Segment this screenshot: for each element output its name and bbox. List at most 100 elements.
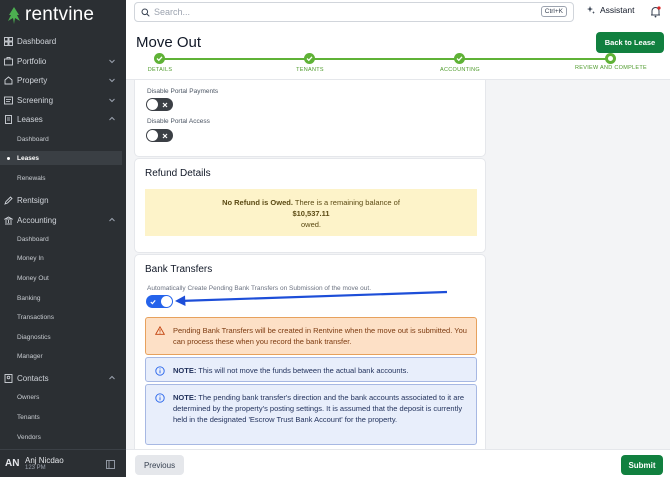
user-info: Anj Nicdao 123 PM: [23, 456, 64, 471]
sidebar-item-property[interactable]: Property: [0, 71, 126, 89]
chevron-down-icon: [109, 78, 115, 83]
screening-icon: [4, 96, 13, 105]
avatar: AN: [5, 458, 20, 469]
chevron-up-icon: [109, 116, 115, 121]
chevron-down-icon: [109, 98, 115, 103]
chevron-up-icon: [109, 375, 115, 380]
assistant-label: Assistant: [600, 5, 635, 15]
sidebar-subitem-transactions[interactable]: Transactions: [17, 310, 54, 324]
toggle-knob: [147, 99, 158, 110]
main-content[interactable]: Disable Portal Payments Disable Portal A…: [134, 80, 487, 449]
notifications-button[interactable]: [650, 5, 661, 23]
sidebar-subitem-leases-dashboard[interactable]: Dashboard: [17, 132, 49, 146]
sparkle-icon: [587, 6, 595, 14]
step-label-review-and-complete: REVIEW AND COMPLETE: [574, 65, 648, 71]
disable-portal-access-toggle[interactable]: [146, 129, 173, 142]
sidebar-item-screening[interactable]: Screening: [0, 91, 126, 109]
disable-portal-payments-toggle[interactable]: [146, 98, 173, 111]
sidebar-item-label: Contacts: [17, 373, 49, 383]
sidebar-item-rentsign[interactable]: Rentsign: [0, 191, 126, 209]
page-title: Move Out: [136, 34, 202, 51]
note-direction-text: NOTE: The pending bank transfer's direct…: [173, 392, 468, 425]
refund-status-text: No Refund is Owed.: [222, 198, 293, 207]
sidebar-item-accounting[interactable]: Accounting: [0, 211, 126, 229]
info-icon: [155, 366, 165, 376]
sidebar-subitem-owners[interactable]: Owners: [17, 390, 39, 404]
disable-portal-payments-label: Disable Portal Payments: [147, 88, 219, 95]
sidebar-subitem-money-out[interactable]: Money Out: [17, 271, 49, 285]
check-icon: [306, 56, 313, 62]
note-direction-body: The pending bank transfer's direction an…: [173, 393, 465, 424]
sidebar-item-label: Rentsign: [17, 195, 49, 205]
sidebar-item-label: Screening: [17, 95, 54, 105]
page-footer: Previous Submit: [126, 449, 670, 477]
contacts-icon: [4, 373, 13, 383]
note-direction-info: NOTE: The pending bank transfer's direct…: [145, 384, 477, 445]
auto-create-transfers-toggle[interactable]: [146, 295, 173, 308]
assistant-button[interactable]: Assistant: [586, 5, 635, 15]
sidebar-item-contacts[interactable]: Contacts: [0, 369, 126, 387]
note-label: NOTE:: [173, 366, 197, 375]
collapse-sidebar-icon[interactable]: [106, 460, 115, 469]
search-placeholder: Search...: [154, 7, 191, 17]
user-profile[interactable]: AN Anj Nicdao 123 PM: [0, 449, 126, 477]
rentvine-logo-icon: [8, 7, 20, 24]
previous-button[interactable]: Previous: [135, 455, 184, 475]
sidebar-item-dashboard[interactable]: Dashboard: [0, 32, 126, 50]
search-input[interactable]: Search... Ctrl+K: [134, 2, 574, 22]
check-icon: [456, 56, 463, 62]
sidebar-item-portfolio[interactable]: Portfolio: [0, 52, 126, 70]
sidebar-item-label: Leases: [17, 114, 43, 124]
sidebar-subitem-manager[interactable]: Manager: [17, 349, 43, 363]
leases-icon: [4, 114, 13, 124]
sidebar-subitem-money-in[interactable]: Money In: [17, 251, 44, 265]
sidebar-subitem-leases-leases[interactable]: Leases: [0, 151, 122, 165]
property-icon: [4, 75, 13, 85]
refund-owed-text: owed.: [300, 220, 321, 229]
step-details[interactable]: [154, 53, 165, 64]
sidebar-item-label: Accounting: [17, 215, 57, 225]
refund-summary-line: No Refund is Owed. There is a remaining …: [145, 197, 477, 208]
user-subtitle: 123 PM: [25, 465, 46, 471]
accounting-icon: [4, 215, 13, 225]
sidebar-subitem-diagnostics[interactable]: Diagnostics: [17, 330, 51, 344]
x-icon: [162, 133, 168, 138]
brand-logo[interactable]: rentvine: [6, 4, 94, 26]
keyboard-shortcut-badge: Ctrl+K: [540, 6, 567, 17]
sidebar-item-leases[interactable]: Leases: [0, 110, 126, 128]
step-label-tenants: TENANTS: [296, 67, 324, 73]
brand-name: rentvine: [25, 4, 95, 25]
sidebar-subitem-vendors[interactable]: Vendors: [17, 430, 41, 444]
sidebar-subitem-accounting-dashboard[interactable]: Dashboard: [17, 232, 49, 246]
note-label: NOTE:: [173, 393, 197, 402]
stepper-line: [160, 58, 610, 60]
step-tenants[interactable]: [304, 53, 315, 64]
bank-transfers-card: Bank Transfers Automatically Create Pend…: [134, 254, 486, 449]
search-icon: [141, 8, 150, 17]
sidebar-subitem-renewals[interactable]: Renewals: [17, 171, 46, 185]
refund-summary-box: No Refund is Owed. There is a remaining …: [145, 189, 477, 236]
step-label-accounting: ACCOUNTING: [440, 67, 480, 73]
step-review-and-complete[interactable]: [605, 53, 616, 64]
refund-details-title: Refund Details: [145, 168, 211, 179]
note-funds-text: NOTE: This will not move the funds betwe…: [173, 365, 468, 376]
user-name: Anj Nicdao: [25, 456, 64, 465]
back-to-lease-button[interactable]: Back to Lease: [596, 32, 664, 53]
sidebar-subitem-tenants[interactable]: Tenants: [17, 410, 40, 424]
top-bar: Search... Ctrl+K Assistant: [126, 0, 670, 24]
sidebar-item-label: Dashboard: [17, 36, 57, 46]
toggle-knob: [161, 296, 172, 307]
annotation-arrow-icon: [175, 290, 448, 306]
bank-transfers-title: Bank Transfers: [145, 264, 213, 275]
info-icon: [155, 393, 165, 403]
bell-icon: [651, 6, 661, 18]
sidebar-subitem-banking[interactable]: Banking: [17, 291, 41, 305]
warning-triangle-icon: [155, 326, 165, 335]
sidebar-item-label: Property: [17, 75, 48, 85]
sidebar-subitem-label: Leases: [17, 154, 40, 162]
disable-portal-access-label: Disable Portal Access: [147, 118, 210, 125]
rentsign-icon: [4, 195, 13, 205]
step-accounting[interactable]: [454, 53, 465, 64]
active-dot-icon: [7, 157, 10, 160]
submit-button[interactable]: Submit: [621, 455, 663, 475]
